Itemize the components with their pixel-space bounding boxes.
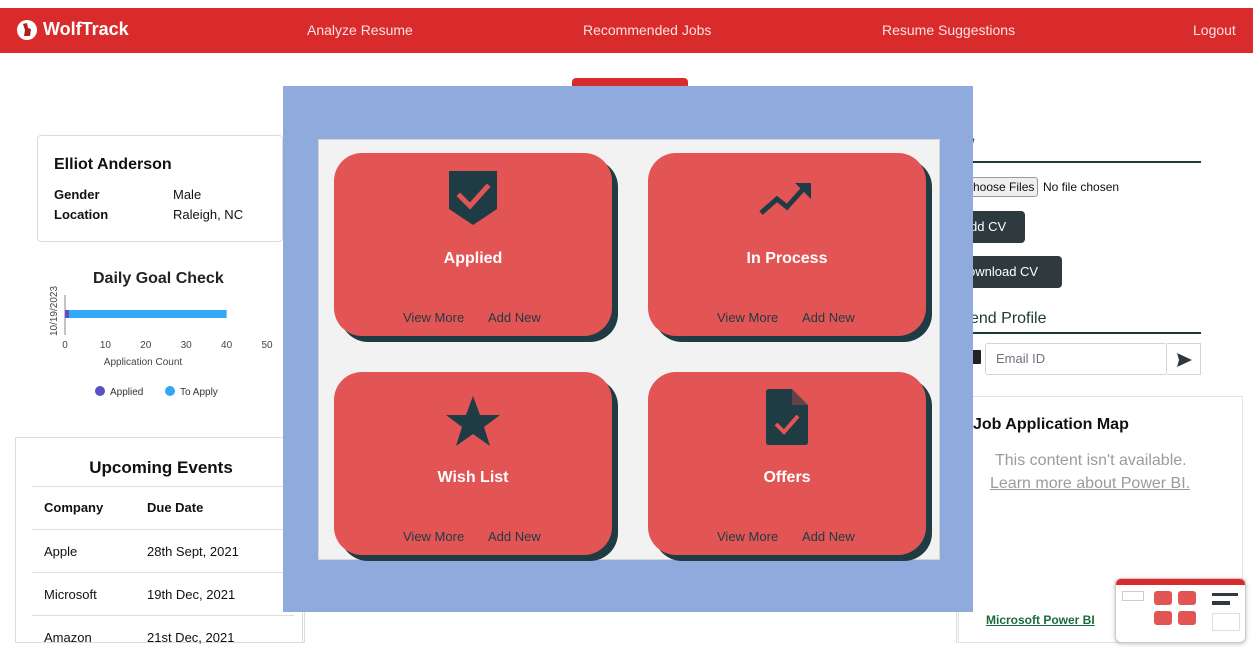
upcoming-events-card: Upcoming Events Company Due Date Apple 2… [15,437,305,645]
table-row: Apple 28th Sept, 2021 [32,529,294,570]
send-profile-heading: end Profile [970,310,1047,327]
file-status: No file chosen [1043,180,1120,194]
email-input[interactable]: Email ID [985,343,1167,375]
goal-chart: 10/19/2023 0 10 20 30 40 50 Application Count… [49,286,273,398]
events-title: Upcoming Events [89,458,233,477]
trending-up-icon [648,169,926,229]
tile-label: In Process [746,250,828,267]
status-panel: Applied View More Add New In Process Vie… [318,139,940,560]
legend-swatch [165,386,175,396]
legend-label[interactable]: To Apply [180,387,218,398]
map-unavailable-message: This content isn't available. [995,452,1187,469]
x-tick-label: 10 [100,340,112,351]
event-company: Microsoft [44,587,97,602]
brand-name: WolfTrack [43,19,129,39]
brand[interactable]: WolfTrack [17,19,129,40]
tile-applied[interactable]: Applied View More Add New [334,153,612,336]
x-tick-label: 50 [261,340,273,351]
bar-applied [65,310,70,318]
view-more-link[interactable]: View More [717,529,778,544]
map-title: Job Application Map [973,416,1129,433]
events-header-company: Company [44,500,104,515]
tile-label: Wish List [437,469,509,486]
navbar: WolfTrack Analyze Resume Recommended Job… [0,8,1253,53]
table-row: Amazon 21st Dec, 2021 [32,615,294,656]
star-icon [334,388,612,448]
location-value: Raleigh, NC [173,207,244,222]
table-row: Microsoft 19th Dec, 2021 [32,572,294,613]
add-new-link[interactable]: Add New [488,310,541,325]
x-tick-label: 30 [181,340,193,351]
gender-label: Gender [54,187,100,202]
check-shield-icon [334,169,612,229]
tile-offers[interactable]: Offers View More Add New [648,372,926,555]
chart-category-label: 10/19/2023 [49,286,60,336]
tile-in-process[interactable]: In Process View More Add New [648,153,926,336]
wolf-logo-icon [17,19,37,40]
tile-wish-list[interactable]: Wish List View More Add New [334,372,612,555]
learn-more-link[interactable]: Learn more about Power BI. [990,475,1190,493]
legend-swatch [95,386,105,396]
bar-to-apply [69,310,227,318]
legend-label[interactable]: Applied [110,387,143,398]
add-new-link[interactable]: Add New [802,529,855,544]
x-tick-label: 0 [62,340,68,351]
add-new-link[interactable]: Add New [802,310,855,325]
view-more-link[interactable]: View More [403,310,464,325]
event-company: Apple [44,544,78,559]
tile-label: Offers [763,469,811,486]
event-date: 19th Dec, 2021 [147,587,236,602]
events-header-due-date: Due Date [147,500,204,515]
send-icon [1177,353,1192,367]
power-bi-link[interactable]: Microsoft Power BI [986,613,1095,627]
gender-value: Male [173,187,202,202]
send-button[interactable] [1167,343,1201,375]
location-label: Location [54,207,109,222]
nav-recommended-jobs[interactable]: Recommended Jobs [583,22,711,38]
view-more-link[interactable]: View More [403,529,464,544]
view-more-link[interactable]: View More [717,310,778,325]
document-check-icon [648,388,926,448]
nav-resume-suggestions[interactable]: Resume Suggestions [882,22,1015,38]
x-tick-label: 20 [140,340,152,351]
profile-name: Elliot Anderson [54,156,172,173]
dashboard-overlay: Applied View More Add New In Process Vie… [283,86,973,612]
page-thumbnail [1115,578,1246,643]
choose-files-button[interactable]: hoose Files [968,177,1038,197]
tile-label: Applied [443,250,503,267]
nav-analyze-resume[interactable]: Analyze Resume [307,22,413,38]
chart-x-label: Application Count [104,357,183,368]
profile-card: Elliot Anderson Gender Male Location Ral… [37,135,283,242]
add-new-link[interactable]: Add New [488,529,541,544]
event-date: 28th Sept, 2021 [147,544,239,559]
nav-logout[interactable]: Logout [1193,22,1236,38]
x-tick-label: 40 [221,340,233,351]
download-cv-button[interactable]: ownload CV [958,256,1062,288]
